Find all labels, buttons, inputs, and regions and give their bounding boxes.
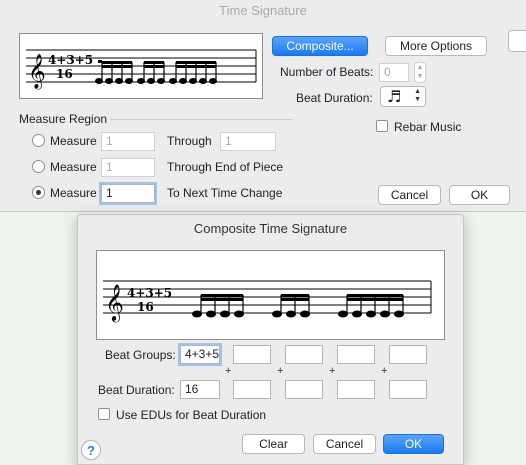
measure-through-radio[interactable] — [32, 134, 45, 147]
more-options-button[interactable]: More Options — [385, 36, 487, 56]
composite-button[interactable]: Composite... — [272, 36, 368, 56]
plus-sign: + — [329, 365, 336, 377]
measure-label: Measure — [50, 160, 97, 174]
beat-groups-label: Beat Groups: — [105, 348, 176, 362]
staff-preview: 𝄞 4+3+5 16 — [96, 250, 445, 340]
rebar-music-checkbox[interactable] — [376, 120, 388, 132]
plus-sign: + — [225, 365, 232, 377]
measure-to-field[interactable]: 1 — [220, 132, 276, 151]
svg-text:16: 16 — [56, 67, 73, 81]
measure-from-field[interactable]: 1 — [101, 158, 155, 177]
to-next-time-change-label: To Next Time Change — [167, 186, 283, 200]
beat-group-field-5[interactable] — [389, 345, 427, 364]
number-of-beats-field[interactable]: 0 — [379, 63, 409, 82]
measure-from-field[interactable]: 1 — [101, 132, 155, 151]
number-of-beats-stepper[interactable]: ▲ ▼ — [414, 62, 426, 83]
beat-duration-label: Beat Duration: — [98, 383, 175, 397]
svg-text:4+3+5: 4+3+5 — [127, 286, 172, 300]
window-corner-clip — [508, 30, 526, 52]
measure-region-label: Measure Region — [19, 112, 108, 126]
cancel-button[interactable]: Cancel — [313, 434, 376, 454]
composite-time-signature-window: Composite Time Signature 𝄞 4+3+5 16 Beat… — [77, 214, 464, 465]
beat-group-field-1[interactable]: 4+3+5 — [180, 345, 220, 364]
measure-end-of-piece-radio[interactable] — [32, 160, 45, 173]
beat-group-field-4[interactable] — [337, 345, 375, 364]
plus-sign: + — [381, 365, 388, 377]
plus-sign: + — [277, 365, 284, 377]
svg-text:16: 16 — [137, 300, 154, 314]
beat-duration-select[interactable]: ♬ ▲ ▼ — [380, 86, 426, 107]
measure-label: Measure — [50, 186, 97, 200]
measure-next-time-change-radio[interactable] — [32, 186, 45, 199]
beat-duration-field-5[interactable] — [389, 380, 427, 399]
music-staff: 𝄞 4+3+5 16 — [103, 280, 432, 322]
through-label: Through — [167, 134, 212, 148]
use-edus-checkbox[interactable] — [98, 408, 110, 420]
treble-clef-icon: 𝄞 — [28, 54, 46, 90]
staff-preview: 𝄞 4+3+5 16 — [19, 33, 263, 99]
through-end-of-piece-label: Through End of Piece — [167, 160, 284, 174]
beat-duration-field-3[interactable] — [285, 380, 323, 399]
music-staff: 𝄞 4+3+5 16 — [26, 49, 257, 90]
beat-group-field-3[interactable] — [285, 345, 323, 364]
ok-button[interactable]: OK — [383, 434, 444, 454]
number-of-beats-label: Number of Beats: — [280, 65, 374, 79]
beat-duration-label: Beat Duration: — [296, 91, 373, 105]
svg-text:4+3+5: 4+3+5 — [48, 53, 93, 67]
help-icon[interactable]: ? — [81, 440, 101, 460]
treble-clef-icon: 𝄞 — [105, 283, 124, 322]
beat-duration-field-4[interactable] — [337, 380, 375, 399]
beat-duration-field-1[interactable]: 16 — [180, 380, 220, 399]
use-edus-label: Use EDUs for Beat Duration — [116, 408, 267, 422]
rebar-music-label: Rebar Music — [394, 120, 462, 134]
time-signature-window: Time Signature 𝄞 4+3+5 16 Composite... M… — [0, 0, 526, 212]
clear-button[interactable]: Clear — [242, 434, 305, 454]
window-title: Time Signature — [219, 3, 307, 18]
measure-from-field[interactable]: 1 — [101, 184, 155, 203]
cancel-button[interactable]: Cancel — [378, 185, 441, 205]
window-title: Composite Time Signature — [193, 221, 348, 236]
ok-button[interactable]: OK — [449, 185, 510, 205]
beat-group-field-2[interactable] — [233, 345, 271, 364]
beat-duration-field-2[interactable] — [233, 380, 271, 399]
chevron-updown-icon: ▲ ▼ — [414, 88, 421, 103]
measure-label: Measure — [50, 134, 97, 148]
measure-region-divider — [110, 119, 293, 120]
sixteenth-note-icon: ♬ — [387, 87, 402, 106]
